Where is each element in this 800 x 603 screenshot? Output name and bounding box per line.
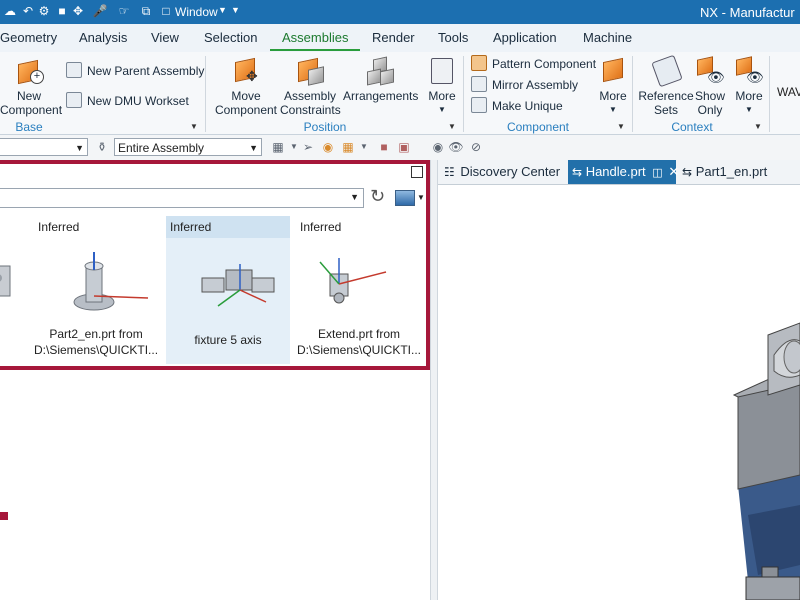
selection-scope-combo[interactable]: Entire Assembly ▼ bbox=[114, 138, 262, 156]
marker bbox=[0, 512, 8, 520]
parent-assembly-icon bbox=[66, 62, 82, 78]
tab-geometry[interactable]: Geometry bbox=[0, 24, 57, 52]
show-only-button[interactable]: 👁 Show Only bbox=[693, 56, 727, 117]
pattern-component-icon bbox=[471, 55, 487, 71]
tab-assemblies[interactable]: Assemblies bbox=[269, 24, 362, 52]
assembly-constraints-icon bbox=[295, 56, 325, 86]
mirror-assembly-button[interactable]: Mirror Assembly bbox=[471, 76, 578, 92]
more-context-icon: 👁 bbox=[734, 56, 764, 86]
chevron-down-icon: ▼ bbox=[249, 143, 258, 153]
visibility-icon[interactable]: 👁 bbox=[448, 139, 464, 155]
touch-mode-icon[interactable]: ☞ bbox=[116, 3, 132, 19]
face-filter-icon[interactable]: ▣ bbox=[396, 139, 412, 155]
component-more-button[interactable]: More ▼ bbox=[594, 56, 632, 117]
group-separator bbox=[463, 56, 464, 132]
model-3d-view bbox=[732, 322, 800, 601]
make-unique-icon bbox=[471, 97, 487, 113]
select-icon[interactable]: ➢ bbox=[300, 139, 316, 155]
group-label-position: Position bbox=[303, 120, 347, 134]
orange-cube-icon[interactable]: ■ bbox=[54, 3, 70, 19]
base-group-dropdown-icon[interactable]: ▼ bbox=[190, 122, 198, 131]
document-tab-bar: ☷ Discovery Center ⇆ Handle.prt ◫ ✕ ⇆ Pa… bbox=[438, 160, 800, 185]
undo-icon[interactable]: ↶ bbox=[20, 3, 36, 19]
selection-toolbar: ▼ ⚱ Entire Assembly ▼ ▦ ▼ ➢ ◉ ▦ ▼ ■ ▣ ◉ … bbox=[0, 135, 800, 161]
save-icon[interactable]: ☁ bbox=[2, 3, 18, 19]
title-bar: ☁ ↶ ⚙ ■ ✥ 🎤 ☞ ⧉ □ Window ▼ ▼ NX - Manufa… bbox=[0, 0, 800, 24]
dmu-workset-icon bbox=[66, 92, 82, 108]
group-separator bbox=[769, 56, 770, 132]
more-position-icon bbox=[427, 56, 457, 86]
group-separator bbox=[205, 56, 206, 132]
group-separator bbox=[632, 56, 633, 132]
show-hide-icon[interactable]: ◉ bbox=[430, 139, 446, 155]
part-file-icon: ⇆ bbox=[682, 165, 693, 179]
context-group-dropdown-icon[interactable]: ▼ bbox=[754, 122, 762, 131]
chevron-down-icon: ▼ bbox=[75, 143, 84, 153]
snap-point-icon[interactable]: ▦ bbox=[270, 139, 286, 155]
customize-dropdown-icon[interactable]: ▼ bbox=[231, 5, 240, 15]
position-group-dropdown-icon[interactable]: ▼ bbox=[448, 122, 456, 131]
filter-icon[interactable]: ⚱ bbox=[94, 139, 110, 155]
move-component-button[interactable]: ✥ Move Component bbox=[213, 56, 279, 117]
wave-button-label[interactable]: WAV bbox=[777, 85, 800, 99]
microphone-icon[interactable]: 🎤 bbox=[92, 3, 108, 19]
tab-tools[interactable]: Tools bbox=[438, 24, 468, 52]
new-dmu-workset-button[interactable]: New DMU Workset bbox=[66, 92, 189, 108]
new-component-icon: + bbox=[14, 56, 44, 86]
new-parent-assembly-button[interactable]: New Parent Assembly bbox=[66, 62, 204, 78]
highlight-frame bbox=[0, 160, 430, 370]
group-label-base: Base bbox=[15, 120, 43, 134]
ribbon: + New Component New Parent Assembly New … bbox=[0, 52, 800, 135]
show-only-icon: 👁 bbox=[695, 56, 725, 86]
tab-part1-en-prt[interactable]: ⇆ Part1_en.prt bbox=[678, 160, 798, 184]
snap-icon[interactable]: ⚙ bbox=[36, 3, 52, 19]
tab-application[interactable]: Application bbox=[493, 24, 557, 52]
move-icon[interactable]: ✥ bbox=[70, 3, 86, 19]
invert-visibility-icon[interactable]: ⊘ bbox=[468, 139, 484, 155]
arrangements-icon bbox=[365, 56, 395, 86]
chevron-down-icon[interactable]: ▼ bbox=[356, 139, 372, 155]
component-group-dropdown-icon[interactable]: ▼ bbox=[617, 122, 625, 131]
tab-view[interactable]: View bbox=[151, 24, 179, 52]
component-filter-icon[interactable]: ◉ bbox=[320, 139, 336, 155]
reference-sets-icon bbox=[651, 54, 683, 88]
tab-analysis[interactable]: Analysis bbox=[79, 24, 127, 52]
app-title: NX - Manufactur bbox=[700, 5, 795, 20]
more-component-icon bbox=[598, 56, 628, 86]
group-label-context: Context bbox=[671, 120, 713, 134]
body-filter-icon[interactable]: ■ bbox=[376, 139, 392, 155]
move-component-icon: ✥ bbox=[231, 56, 261, 86]
reference-sets-button[interactable]: Reference Sets bbox=[638, 54, 694, 117]
window-menu[interactable]: Window bbox=[175, 5, 218, 19]
tab-machine[interactable]: Machine bbox=[583, 24, 632, 52]
mirror-assembly-icon bbox=[471, 76, 487, 92]
more-dropdown-icon: ▼ bbox=[438, 105, 446, 114]
new-component-button[interactable]: + New Component bbox=[0, 56, 62, 117]
ribbon-tab-bar: Geometry Analysis View Selection Assembl… bbox=[0, 24, 800, 53]
tab-selection[interactable]: Selection bbox=[204, 24, 257, 52]
window-menu-dropdown-icon[interactable]: ▼ bbox=[218, 5, 227, 15]
more-dropdown-icon: ▼ bbox=[745, 105, 753, 114]
part-file-icon: ⇆ bbox=[572, 165, 583, 179]
window-icon: □ bbox=[162, 4, 170, 18]
switch-window-icon[interactable]: ⧉ bbox=[138, 3, 154, 19]
graphics-viewport[interactable] bbox=[438, 185, 800, 601]
context-more-button[interactable]: 👁 More ▼ bbox=[731, 56, 767, 117]
pattern-component-button[interactable]: Pattern Component bbox=[471, 55, 596, 71]
assembly-constraints-button[interactable]: Assembly Constraints bbox=[280, 56, 341, 117]
panel-splitter[interactable] bbox=[430, 160, 438, 600]
tab-render[interactable]: Render bbox=[372, 24, 415, 52]
group-label-component: Component bbox=[506, 120, 570, 134]
tab-handle-prt[interactable]: ⇆ Handle.prt ◫ ✕ bbox=[568, 160, 679, 184]
position-more-button[interactable]: More ▼ bbox=[423, 56, 461, 117]
more-dropdown-icon: ▼ bbox=[609, 105, 617, 114]
arrangements-button[interactable]: Arrangements bbox=[343, 56, 418, 103]
make-unique-button[interactable]: Make Unique bbox=[471, 97, 563, 113]
discovery-icon: ☷ bbox=[444, 165, 455, 179]
type-filter-combo[interactable]: ▼ bbox=[0, 138, 88, 156]
tab-discovery-center[interactable]: ☷ Discovery Center bbox=[440, 160, 566, 184]
pin-icon[interactable]: ◫ bbox=[652, 167, 662, 179]
add-selection-icon[interactable]: ▦ bbox=[340, 139, 356, 155]
